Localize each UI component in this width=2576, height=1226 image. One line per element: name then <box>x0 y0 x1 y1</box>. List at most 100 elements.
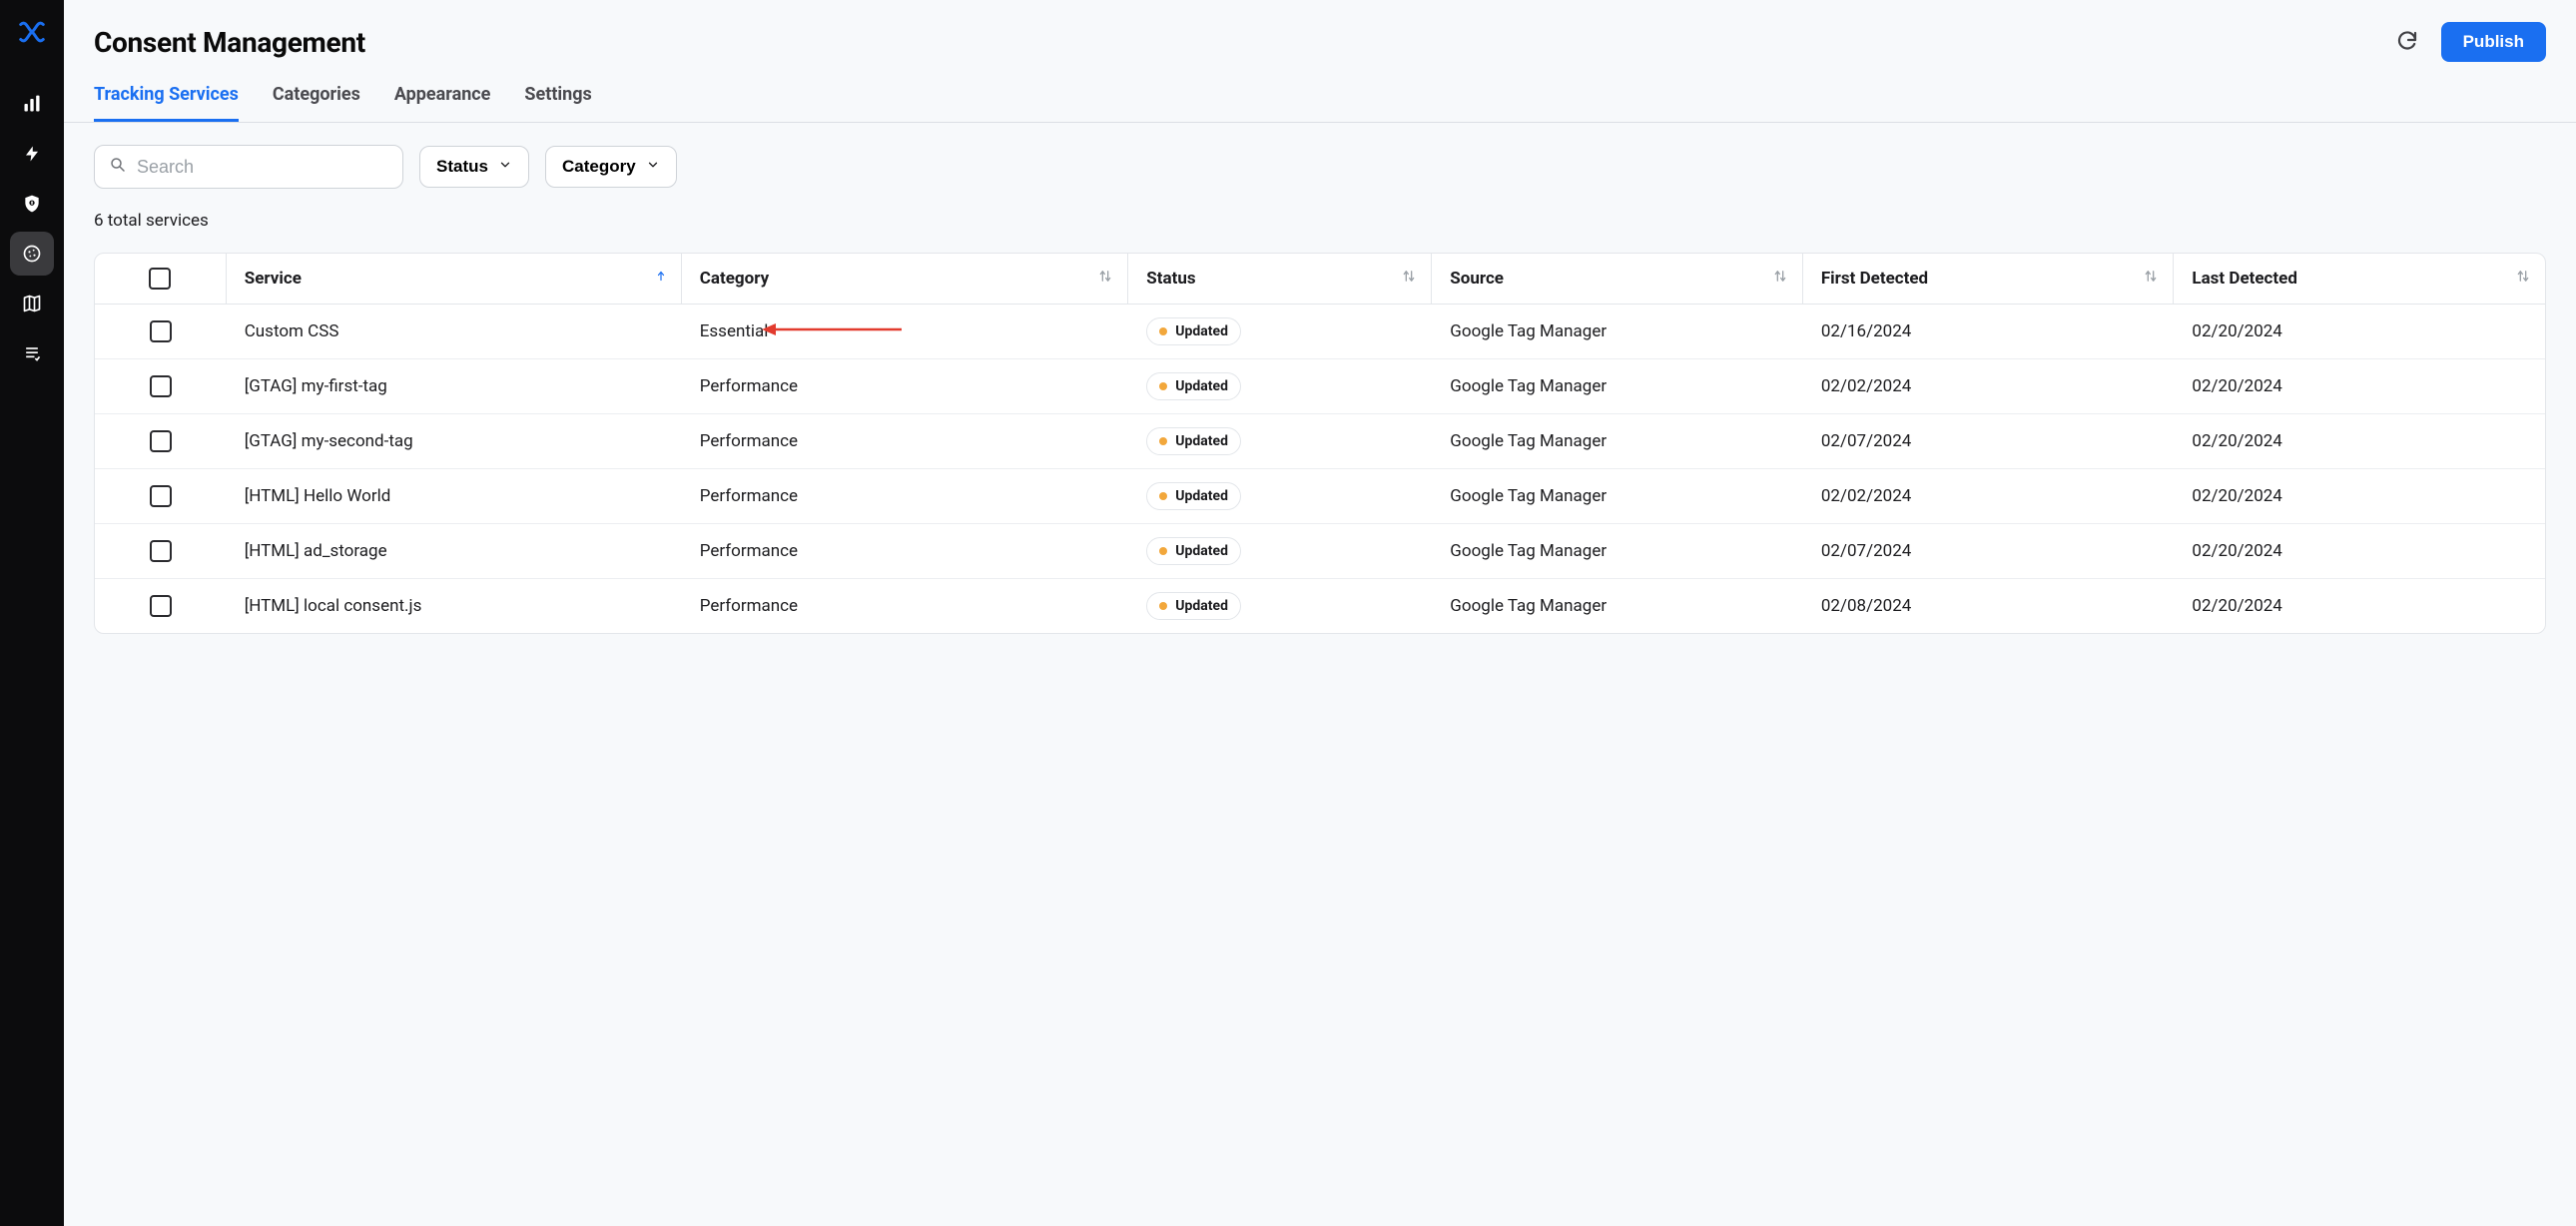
page-title: Consent Management <box>94 26 365 59</box>
cell-source: Google Tag Manager <box>1432 414 1803 469</box>
th-checkbox <box>95 254 227 305</box>
status-badge: Updated <box>1146 592 1241 620</box>
table-row[interactable]: [HTML] ad_storagePerformanceUpdatedGoogl… <box>95 524 2545 579</box>
status-badge: Updated <box>1146 372 1241 400</box>
th-source[interactable]: Source <box>1432 254 1803 305</box>
nav-lightning[interactable] <box>10 132 54 176</box>
cell-status: Updated <box>1128 524 1432 579</box>
nav-list[interactable] <box>10 331 54 375</box>
total-services-text: 6 total services <box>64 189 2576 231</box>
table-container: Service Category Status <box>64 231 2576 656</box>
sort-icon <box>2515 269 2531 290</box>
refresh-button[interactable] <box>2389 24 2425 60</box>
status-filter[interactable]: Status <box>419 146 529 188</box>
cell-service: [HTML] ad_storage <box>227 524 682 579</box>
th-first-detected[interactable]: First Detected <box>1803 254 2175 305</box>
cell-last-detected: 02/20/2024 <box>2174 305 2545 359</box>
publish-button[interactable]: Publish <box>2441 22 2546 62</box>
cell-last-detected: 02/20/2024 <box>2174 414 2545 469</box>
status-text: Updated <box>1175 543 1228 559</box>
cell-service: [GTAG] my-first-tag <box>227 359 682 414</box>
tab-categories[interactable]: Categories <box>273 84 360 122</box>
search-input[interactable] <box>137 157 388 178</box>
status-dot-icon <box>1159 327 1167 335</box>
logo[interactable] <box>10 10 54 54</box>
nav-consent[interactable] <box>10 232 54 276</box>
select-all-checkbox[interactable] <box>149 268 171 290</box>
status-text: Updated <box>1175 488 1228 504</box>
sort-icon <box>1097 269 1113 290</box>
row-checkbox[interactable] <box>150 595 172 617</box>
cell-first-detected: 02/08/2024 <box>1803 579 2175 633</box>
category-filter[interactable]: Category <box>545 146 677 188</box>
cell-category: Essential <box>682 305 1129 359</box>
tab-settings[interactable]: Settings <box>524 84 591 122</box>
tab-tracking-services[interactable]: Tracking Services <box>94 84 239 122</box>
page-header: Consent Management Publish <box>64 0 2576 62</box>
cell-source: Google Tag Manager <box>1432 469 1803 524</box>
status-text: Updated <box>1175 323 1228 339</box>
cell-first-detected: 02/02/2024 <box>1803 469 2175 524</box>
sort-icon <box>1772 269 1788 290</box>
table-row[interactable]: [HTML] local consent.jsPerformanceUpdate… <box>95 579 2545 633</box>
sort-icon <box>1401 269 1417 290</box>
status-dot-icon <box>1159 437 1167 445</box>
cell-last-detected: 02/20/2024 <box>2174 524 2545 579</box>
status-dot-icon <box>1159 492 1167 500</box>
table-row[interactable]: Custom CSSEssentialUpdatedGoogle Tag Man… <box>95 305 2545 359</box>
th-last-label: Last Detected <box>2192 269 2297 289</box>
th-source-label: Source <box>1450 269 1504 289</box>
table-row[interactable]: [GTAG] my-first-tagPerformance Updated Goo… <box>95 359 2545 414</box>
row-checkbox[interactable] <box>150 540 172 562</box>
category-filter-label: Category <box>562 157 636 177</box>
cell-status: Updated <box>1128 469 1432 524</box>
tab-appearance[interactable]: Appearance <box>394 84 491 122</box>
table-row[interactable]: [HTML] Hello WorldPerformanceUpdatedGoog… <box>95 469 2545 524</box>
cell-source: Google Tag Manager <box>1432 359 1803 414</box>
cell-last-detected: 02/20/2024 <box>2174 359 2545 414</box>
cell-category: Performance <box>682 469 1129 524</box>
nav-analytics[interactable] <box>10 82 54 126</box>
th-first-label: First Detected <box>1821 269 1928 289</box>
cell-category: Performance <box>682 359 1129 414</box>
nav-map[interactable] <box>10 282 54 325</box>
table-row[interactable]: [GTAG] my-second-tagPerformance Updated Go… <box>95 414 2545 469</box>
cell-status: Updated <box>1128 359 1432 414</box>
row-checkbox[interactable] <box>150 485 172 507</box>
cell-status: Updated <box>1128 305 1432 359</box>
cell-category: Performance <box>682 414 1129 469</box>
cell-first-detected: 02/16/2024 <box>1803 305 2175 359</box>
cell-status: Updated <box>1128 579 1432 633</box>
cell-service: Custom CSS <box>227 305 682 359</box>
nav-shield[interactable] <box>10 182 54 226</box>
status-dot-icon <box>1159 602 1167 610</box>
cell-first-detected: 02/02/2024 <box>1803 359 2175 414</box>
cell-source: Google Tag Manager <box>1432 579 1803 633</box>
refresh-icon <box>2395 29 2419 56</box>
th-status[interactable]: Status <box>1128 254 1432 305</box>
cell-last-detected: 02/20/2024 <box>2174 469 2545 524</box>
cell-service: [GTAG] my-second-tag <box>227 414 682 469</box>
status-badge: Updated <box>1146 537 1241 565</box>
chevron-down-icon <box>498 157 512 177</box>
th-category-label: Category <box>700 269 769 289</box>
status-badge: Updated <box>1146 427 1241 455</box>
th-service-label: Service <box>245 269 302 289</box>
cell-first-detected: 02/07/2024 <box>1803 414 2175 469</box>
row-checkbox[interactable] <box>150 375 172 397</box>
cell-category: Performance <box>682 579 1129 633</box>
status-text: Updated <box>1175 378 1228 394</box>
th-last-detected[interactable]: Last Detected <box>2174 254 2545 305</box>
tabs: Tracking Services Categories Appearance Set… <box>64 62 2576 123</box>
row-checkbox[interactable] <box>150 320 172 342</box>
cell-last-detected: 02/20/2024 <box>2174 579 2545 633</box>
status-filter-label: Status <box>436 157 488 177</box>
search-field[interactable] <box>94 145 403 189</box>
annotation-arrow-icon <box>762 321 902 341</box>
row-checkbox[interactable] <box>150 430 172 452</box>
th-category[interactable]: Category <box>682 254 1129 305</box>
services-table: Service Category Status <box>94 253 2546 634</box>
header-actions: Publish <box>2389 22 2546 62</box>
status-text: Updated <box>1175 433 1228 449</box>
th-service[interactable]: Service <box>227 254 682 305</box>
